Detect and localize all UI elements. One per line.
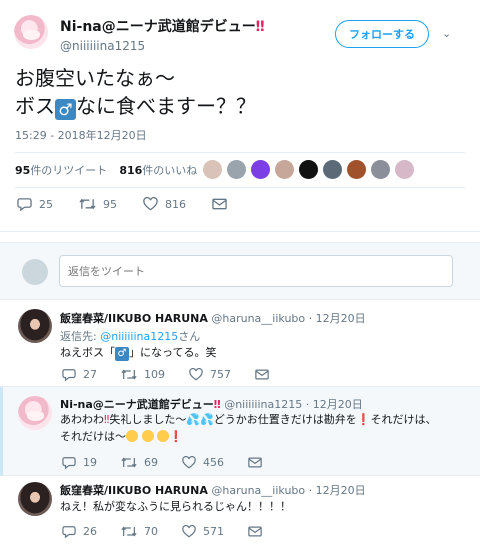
reply-to-handle[interactable]: @niiiiiina1215 — [100, 330, 178, 343]
retweet-icon — [121, 526, 137, 537]
reply-text: あわわわ‼失礼しました〜💦💦どうかお仕置きだけは勘弁を❗それだけは、 それだけは〜… — [60, 413, 437, 443]
retweet-action[interactable]: 95 — [79, 197, 117, 211]
tweet-actions: 25 95 816 — [17, 197, 260, 211]
like-action[interactable]: 816 — [143, 197, 186, 211]
retweet-action[interactable]: 70 — [121, 525, 158, 538]
like-action[interactable]: 757 — [189, 368, 231, 381]
retweet-action[interactable]: 109 — [121, 368, 165, 381]
like-stat[interactable]: 816件のいいね — [119, 162, 197, 178]
reply-date[interactable]: 12月20日 — [316, 312, 366, 325]
reply-author-handle[interactable]: @haruna__iikubo — [211, 484, 305, 497]
reply-header: 飯窪春菜/IIKUBO HARUNA @haruna__iikubo · 12月… — [60, 312, 366, 325]
reply-author-name[interactable]: 飯窪春菜/IIKUBO HARUNA — [60, 312, 208, 325]
reply-icon — [62, 526, 76, 538]
liker-avatar[interactable] — [275, 160, 294, 179]
heart-icon — [143, 197, 158, 211]
reply-avatar[interactable] — [18, 396, 52, 430]
reply-action[interactable]: 25 — [17, 197, 53, 211]
heart-icon — [182, 456, 196, 469]
envelope-icon — [255, 369, 269, 380]
reply-author-handle[interactable]: @haruna__iikubo — [211, 312, 305, 325]
reply-date[interactable]: 12月20日 — [316, 484, 366, 497]
follow-button[interactable]: フォローする — [335, 20, 429, 48]
message-action[interactable] — [255, 369, 276, 380]
retweet-icon — [79, 198, 96, 210]
reply-text: ねえボス「 ♂ 」になってる。笑 — [60, 346, 217, 361]
reply-icon — [17, 198, 32, 211]
like-action[interactable]: 456 — [182, 456, 224, 469]
reply-author-handle[interactable]: @niiiiiina1215 — [224, 398, 302, 411]
author-handle[interactable]: @niiiiiina1215 — [60, 39, 265, 53]
surprised-face-emoji — [157, 430, 169, 442]
liker-avatar[interactable] — [251, 160, 270, 179]
male-sign-emoji: ♂ — [55, 99, 76, 120]
reply-actions: 26 70 571 — [62, 525, 295, 538]
reply-icon — [62, 369, 76, 381]
message-action[interactable] — [212, 198, 234, 210]
reply-input[interactable] — [59, 255, 453, 287]
male-sign-emoji: ♂ — [115, 347, 129, 361]
heart-icon — [189, 368, 203, 381]
liker-avatars — [203, 160, 419, 179]
reply-composer — [0, 242, 480, 300]
message-action[interactable] — [248, 526, 269, 537]
reply-header: 飯窪春菜/IIKUBO HARUNA @haruna__iikubo · 12月… — [60, 484, 366, 497]
envelope-icon — [248, 526, 262, 537]
reply-tweet[interactable]: 飯窪春菜/IIKUBO HARUNA @haruna__iikubo · 12月… — [0, 476, 480, 546]
liker-avatar[interactable] — [203, 160, 222, 179]
liker-avatar[interactable] — [323, 160, 342, 179]
reply-tweet[interactable]: Ni-na@ニーナ武道館デビュー‼ @niiiiiina1215 · 12月20… — [0, 387, 480, 476]
reply-date[interactable]: 12月20日 — [313, 398, 363, 411]
sweat-drops-emoji: 💦💦 — [186, 413, 214, 426]
author-name[interactable]: Ni-na@ニーナ武道館デビュー‼ — [60, 16, 265, 36]
surprised-face-emoji — [126, 430, 138, 442]
chevron-down-icon[interactable]: ⌄ — [442, 27, 451, 40]
message-action[interactable] — [248, 457, 269, 468]
heart-icon — [182, 525, 196, 538]
liker-avatar[interactable] — [347, 160, 366, 179]
envelope-icon — [248, 457, 262, 468]
reply-action[interactable]: 26 — [62, 525, 97, 538]
liker-avatar[interactable] — [395, 160, 414, 179]
liker-avatar[interactable] — [227, 160, 246, 179]
author-avatar[interactable] — [14, 15, 48, 49]
liker-avatar[interactable] — [371, 160, 390, 179]
author-block[interactable]: Ni-na@ニーナ武道館デビュー‼ @niiiiiina1215 — [60, 16, 265, 53]
reply-avatar[interactable] — [18, 482, 52, 516]
reply-avatar[interactable] — [18, 309, 52, 343]
retweet-icon — [121, 457, 137, 468]
reply-actions: 27 109 757 — [62, 368, 302, 381]
tweet-timestamp[interactable]: 15:29 - 2018年12月20日 — [15, 127, 147, 143]
retweet-stat[interactable]: 95件のリツイート — [15, 162, 107, 178]
reply-author-name[interactable]: Ni-na@ニーナ武道館デビュー‼ — [60, 398, 221, 411]
double-exclamation-emoji: ‼ — [255, 19, 265, 35]
reply-actions: 19 69 456 — [62, 456, 295, 469]
reply-header: Ni-na@ニーナ武道館デビュー‼ @niiiiiina1215 · 12月20… — [60, 398, 363, 411]
surprised-face-emoji — [141, 430, 154, 442]
envelope-icon — [212, 198, 227, 210]
tweet-text: お腹空いたなぁ～ ボス ♂ なに食べますー？？ — [15, 66, 256, 120]
reply-action[interactable]: 27 — [62, 368, 97, 381]
user-avatar — [22, 259, 48, 285]
retweet-icon — [121, 369, 137, 380]
reply-action[interactable]: 19 — [62, 456, 97, 469]
main-tweet: Ni-na@ニーナ武道館デビュー‼ @niiiiiina1215 フォローする … — [0, 0, 480, 232]
reply-to-line: 返信先: @niiiiiina1215さん — [60, 330, 201, 343]
like-action[interactable]: 571 — [182, 525, 224, 538]
reply-text: ねえ！私が変なふうに見られるじゃん！！！！ — [60, 500, 291, 513]
reply-icon — [62, 457, 76, 469]
liker-avatar[interactable] — [299, 160, 318, 179]
retweet-action[interactable]: 69 — [121, 456, 158, 469]
reply-author-name[interactable]: 飯窪春菜/IIKUBO HARUNA — [60, 484, 208, 497]
reply-tweet[interactable]: 飯窪春菜/IIKUBO HARUNA @haruna__iikubo · 12月… — [0, 300, 480, 387]
